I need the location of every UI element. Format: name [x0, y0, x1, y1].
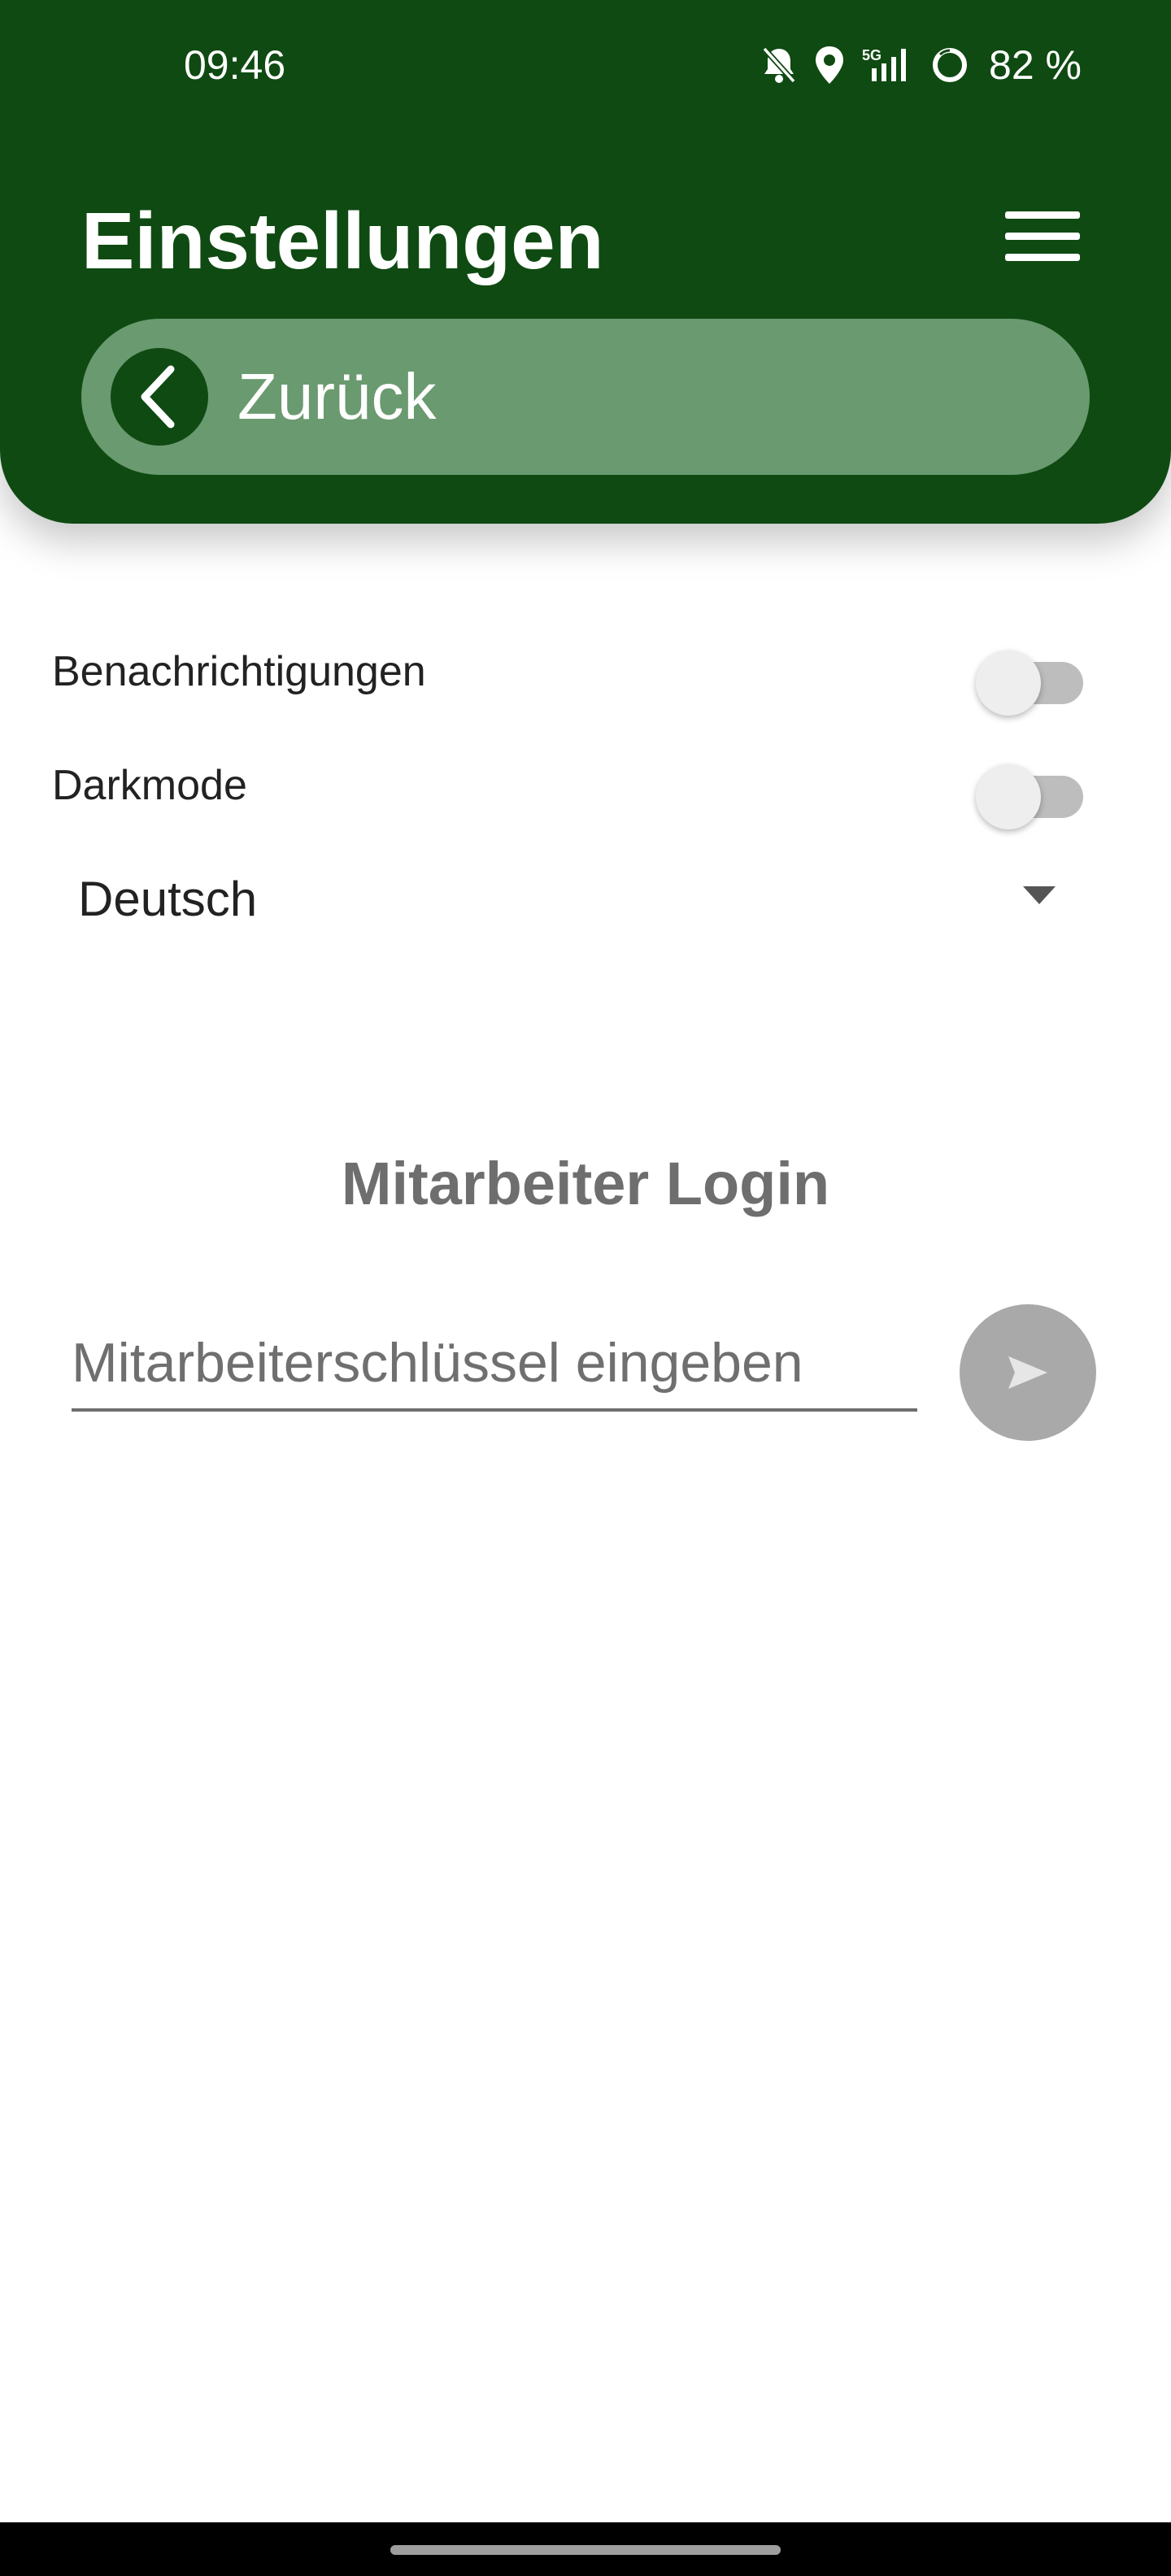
page-title: Einstellungen — [81, 196, 604, 285]
network-type-label: 5G — [862, 47, 882, 63]
language-dropdown[interactable]: Deutsch — [78, 854, 1090, 943]
5g-signal-icon: 5G — [862, 46, 914, 85]
toggle-thumb — [976, 764, 1041, 829]
status-time: 09:46 — [184, 42, 286, 88]
setting-notifications: Benachrichtigungen — [52, 631, 1093, 716]
toggle-thumb — [976, 651, 1041, 716]
send-button[interactable] — [960, 1304, 1096, 1441]
employee-key-input[interactable] — [72, 1317, 917, 1408]
bell-off-icon — [761, 46, 797, 85]
darkmode-label: Darkmode — [52, 762, 247, 809]
gesture-handle[interactable] — [390, 2545, 781, 2555]
chevron-left-icon — [141, 365, 175, 429]
login-title: Mitarbeiter Login — [341, 1150, 830, 1217]
darkmode-toggle[interactable] — [976, 758, 1090, 829]
language-selected-value: Deutsch — [78, 872, 258, 926]
back-circle — [111, 348, 208, 446]
back-button[interactable]: Zurück — [81, 319, 1090, 475]
location-pin-icon — [813, 45, 846, 85]
employee-key-field — [72, 1317, 917, 1412]
menu-button[interactable] — [995, 205, 1090, 270]
app-header: 09:46 5G 82 % Einstellungen Zurück — [0, 0, 1171, 524]
hamburger-menu-icon — [1005, 211, 1080, 261]
back-label: Zurück — [237, 360, 437, 433]
notifications-label: Benachrichtigungen — [52, 648, 426, 695]
battery-ring-icon — [930, 46, 969, 85]
dropdown-arrow-icon — [1023, 886, 1056, 904]
status-icons: 5G 82 % — [761, 39, 1082, 91]
setting-darkmode: Darkmode — [52, 745, 1093, 829]
system-nav-bar — [0, 2522, 1171, 2576]
send-icon — [1008, 1356, 1047, 1389]
notifications-toggle[interactable] — [976, 644, 1090, 716]
battery-percentage: 82 % — [989, 42, 1082, 88]
